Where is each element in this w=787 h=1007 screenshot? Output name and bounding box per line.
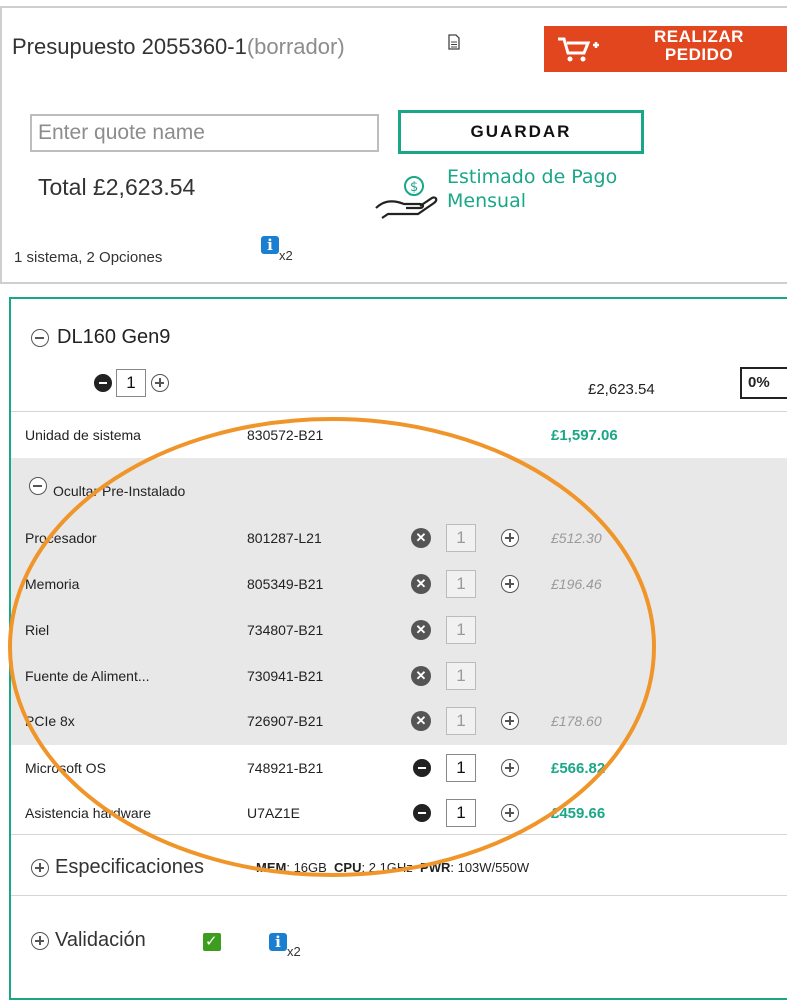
component-label: PCIe 8x [25,713,75,729]
quote-number: Presupuesto 2055360-1 [12,34,247,59]
system-unit-label: Unidad de sistema [25,427,141,443]
quote-items-summary: 1 sistema, 2 Opciones [14,249,163,266]
remove-x-icon[interactable]: ✕ [411,666,431,686]
component-sku: 730941-B21 [247,668,324,684]
hand-coin-icon: $ [375,176,438,219]
model-name: DL160 Gen9 [57,326,171,348]
spec-pwr-value: : 103W/550W [450,860,530,875]
document-icon[interactable] [448,34,460,50]
quantity-increase-button[interactable] [151,374,169,392]
svg-text:$: $ [410,180,418,195]
quote-total: Total £2,623.54 [38,174,196,200]
save-button[interactable]: GUARDAR [398,110,644,154]
configuration-panel: DL160 Gen9 1 £2,623.54 0% Unidad de sist… [9,297,787,1000]
quantity-decrease-button[interactable] [94,374,112,392]
info-count: x2 [287,944,301,959]
model-price: £2,623.54 [588,381,655,398]
component-quantity[interactable]: 1 [446,662,476,690]
check-icon [203,932,221,951]
hide-preinstalled-icon[interactable] [29,477,47,495]
collapse-model-icon[interactable] [31,329,49,347]
place-order-label: REALIZAR PEDIDO [654,27,744,64]
component-sku: 734807-B21 [247,622,324,638]
option-quantity-input[interactable]: 1 [446,799,476,827]
spec-pwr-key: PWR [420,860,451,875]
remove-x-icon[interactable]: ✕ [411,574,431,594]
component-label: Fuente de Aliment... [25,668,150,684]
component-increase-button[interactable] [501,575,519,593]
option-sku: U7AZ1E [247,805,300,821]
spec-cpu-key: CPU [334,860,362,875]
component-label: Procesador [25,530,97,546]
component-increase-button[interactable] [501,712,519,730]
component-label: Riel [25,622,50,638]
component-quantity[interactable]: 1 [446,524,476,552]
quote-title: Presupuesto 2055360-1(borrador) [12,34,345,60]
component-increase-button[interactable] [501,529,519,547]
component-quantity[interactable]: 1 [446,570,476,598]
remove-x-icon[interactable]: ✕ [411,711,431,731]
quote-status: (borrador) [246,34,345,59]
option-increase-button[interactable] [501,759,519,777]
info-count: x2 [279,248,293,263]
place-order-button[interactable]: REALIZAR PEDIDO [544,26,787,72]
option-quantity-input[interactable]: 1 [446,754,476,782]
option-label: Microsoft OS [25,760,106,776]
component-price: £512.30 [551,530,602,546]
hide-preinstalled-toggle[interactable]: Ocultar Pre-Instalado [53,483,185,499]
component-sku: 726907-B21 [247,713,324,729]
remove-x-icon[interactable]: ✕ [411,620,431,640]
discount-input[interactable]: 0% [740,367,787,399]
option-label: Asistencia hardware [25,805,152,821]
quote-name-input[interactable] [30,114,379,152]
divider [11,411,787,412]
info-icon[interactable]: i [261,236,279,254]
model-quantity-input[interactable]: 1 [116,369,146,397]
cart-plus-icon [558,37,599,62]
divider [11,834,787,835]
component-quantity[interactable]: 1 [446,616,476,644]
spec-mem-value: : 16GB [286,860,327,875]
component-quantity[interactable]: 1 [446,707,476,735]
system-unit-sku: 830572-B21 [247,427,324,443]
option-sku: 748921-B21 [247,760,324,776]
specs-toggle[interactable]: Especificaciones [55,856,204,879]
expand-validation-icon[interactable] [31,932,49,950]
info-icon[interactable]: i [269,933,287,951]
validation-toggle[interactable]: Validación [55,929,146,952]
spec-mem-key: MEM [256,860,287,875]
expand-specs-icon[interactable] [31,859,49,877]
component-label: Memoria [25,576,80,592]
system-unit-price: £1,597.06 [551,427,618,444]
component-sku: 805349-B21 [247,576,324,592]
option-price: £459.66 [551,805,606,822]
remove-x-icon[interactable]: ✕ [411,528,431,548]
quote-summary-panel: Presupuesto 2055360-1(borrador) REALIZAR… [0,6,787,284]
option-decrease-button[interactable] [413,759,431,777]
option-decrease-button[interactable] [413,804,431,822]
divider [11,895,787,896]
spec-cpu-value: : 2.1GHz [361,860,413,875]
component-price: £178.60 [551,713,602,729]
component-price: £196.46 [551,576,602,592]
monthly-payment-link[interactable]: Estimado de Pago Mensual [447,165,647,213]
option-price: £566.82 [551,760,606,777]
option-increase-button[interactable] [501,804,519,822]
component-sku: 801287-L21 [247,530,322,546]
preinstalled-section [11,458,787,745]
specs-summary: MEM: 16GB CPU: 2.1GHz PWR: 103W/550W [256,860,529,875]
